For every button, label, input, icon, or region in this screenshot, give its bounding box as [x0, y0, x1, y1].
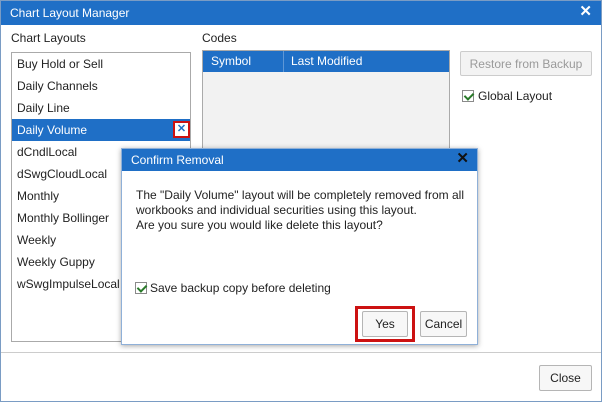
window-titlebar: Chart Layout Manager ✕	[1, 1, 601, 25]
dialog-message-line: The "Daily Volume" layout will be comple…	[136, 188, 464, 202]
dialog-message-line: workbooks and individual securities usin…	[136, 203, 417, 217]
chart-layouts-heading: Chart Layouts	[11, 31, 86, 45]
column-divider	[283, 51, 284, 72]
yes-button[interactable]: Yes	[362, 311, 408, 337]
layout-item[interactable]: Daily Channels	[12, 75, 190, 97]
save-backup-checkbox[interactable]	[135, 282, 147, 294]
chart-layout-manager-window: Chart Layout Manager ✕ Chart Layouts Cod…	[0, 0, 602, 402]
column-header-last-modified[interactable]: Last Modified	[291, 54, 362, 68]
global-layout-checkbox[interactable]	[462, 90, 474, 102]
column-header-symbol[interactable]: Symbol	[211, 54, 251, 68]
dialog-close-icon[interactable]: ✕	[456, 151, 469, 167]
confirm-removal-dialog: Confirm Removal ✕ The "Daily Volume" lay…	[121, 148, 478, 345]
global-layout-label: Global Layout	[478, 89, 553, 103]
cancel-button[interactable]: Cancel	[420, 311, 467, 337]
close-button[interactable]: Close	[539, 365, 592, 391]
dialog-title: Confirm Removal	[131, 153, 224, 167]
window-title: Chart Layout Manager	[10, 6, 130, 20]
dialog-message: The "Daily Volume" layout will be comple…	[136, 188, 466, 233]
layout-item-label: Daily Volume	[17, 123, 88, 137]
restore-from-backup-button[interactable]: Restore from Backup	[460, 51, 592, 76]
footer-divider	[1, 352, 601, 353]
codes-heading: Codes	[202, 31, 237, 45]
layout-item[interactable]: Buy Hold or Sell	[12, 53, 190, 75]
dialog-titlebar: Confirm Removal ✕	[122, 149, 477, 171]
dialog-message-line: Are you sure you would like delete this …	[136, 218, 383, 232]
window-close-icon[interactable]: ✕	[579, 4, 592, 20]
codes-table-header: Symbol Last Modified	[203, 51, 449, 72]
delete-layout-icon[interactable]: ✕	[173, 121, 190, 138]
layout-item[interactable]: Daily Line	[12, 97, 190, 119]
layout-item-selected[interactable]: Daily Volume ✕	[12, 119, 190, 141]
save-backup-label: Save backup copy before deleting	[150, 281, 331, 295]
